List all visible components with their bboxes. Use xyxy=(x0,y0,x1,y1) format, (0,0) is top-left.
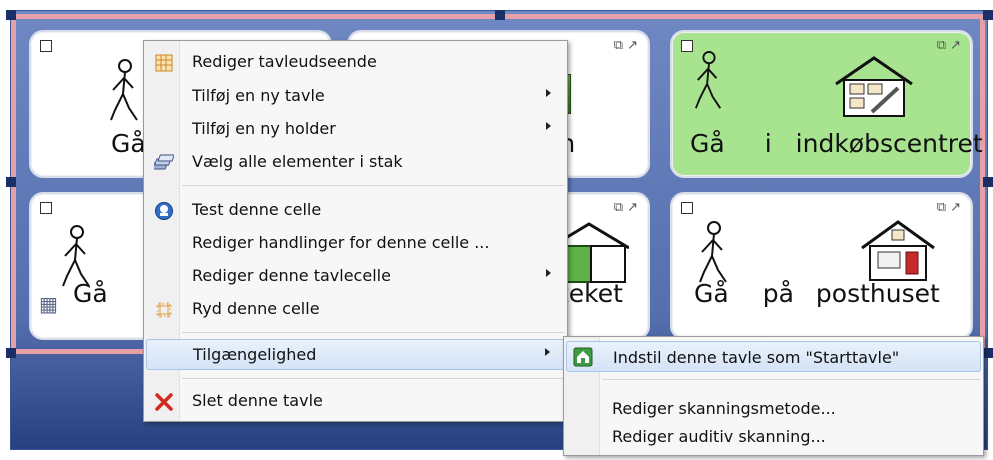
resize-handle-top-left[interactable] xyxy=(6,10,16,20)
submenu-item-rediger-auditiv-skanning[interactable]: Rediger auditiv skanning... xyxy=(566,421,981,452)
cell-checkbox[interactable] xyxy=(681,40,693,52)
menu-item-rediger-tavlecelle[interactable]: Rediger denne tavlecelle xyxy=(146,261,565,292)
resize-handle-bottom-right[interactable] xyxy=(983,348,993,358)
grid-layout-icon xyxy=(155,54,173,72)
walking-person-icon xyxy=(699,221,727,283)
test-icon xyxy=(155,202,173,220)
menu-item-slet-denne-tavle[interactable]: Slet denne tavle xyxy=(146,386,565,417)
menu-separator xyxy=(182,332,565,333)
submenu-arrow-icon xyxy=(545,348,550,356)
cell-link-icons: ⧉ ↗ xyxy=(613,38,638,53)
submenu-arrow-icon xyxy=(546,89,551,97)
cell-link-icons: ⧉ ↗ xyxy=(936,38,961,53)
menu-item-rediger-tavleudseende[interactable]: Rediger tavleudseende xyxy=(146,47,565,78)
menu-item-vaelg-alle-elementer[interactable]: Vælg alle elementer i stak xyxy=(146,147,565,178)
resize-handle-top-center[interactable] xyxy=(495,10,505,20)
clear-cell-icon xyxy=(156,302,172,318)
resize-handle-top-right[interactable] xyxy=(983,10,993,20)
menu-item-rediger-handlinger[interactable]: Rediger handlinger for denne celle ... xyxy=(146,228,565,259)
resize-handle-mid-right[interactable] xyxy=(983,177,993,187)
walking-person-icon xyxy=(110,59,138,121)
submenu-arrow-icon xyxy=(546,269,551,277)
cell-label: Gå xyxy=(111,129,146,158)
shopping-centre-icon xyxy=(835,56,913,117)
cell-label-words: Gå i indkøbscentret xyxy=(690,129,983,158)
walking-person-icon xyxy=(695,51,722,109)
menu-separator xyxy=(182,185,565,186)
submenu-item-set-start-board[interactable]: Indstil denne tavle som "Starttavle" xyxy=(566,341,981,372)
cell-checkbox[interactable] xyxy=(681,202,693,214)
cell-checkbox[interactable] xyxy=(40,202,52,214)
menu-item-tilfoj-ny-holder[interactable]: Tilføj en ny holder xyxy=(146,114,565,145)
board-cell-indkobscentret[interactable]: ⧉ ↗ Gå i indkøbscentret xyxy=(670,30,983,178)
cell-checkbox[interactable] xyxy=(40,40,52,52)
resize-handle-bottom-left[interactable] xyxy=(6,348,16,358)
delete-x-icon xyxy=(155,393,173,411)
menu-item-tilgaengelighed[interactable]: Tilgængelighed xyxy=(146,339,565,370)
submenu-arrow-icon xyxy=(546,122,551,130)
post-office-icon xyxy=(861,220,935,281)
context-menu: Rediger tavleudseende Tilføj en ny tavle… xyxy=(143,40,568,422)
cell-link-icons: ⧉ ↗ xyxy=(936,200,961,215)
cell-label: Gå xyxy=(73,279,108,308)
cell-label: teket xyxy=(559,279,623,308)
cell-link-icons: ⧉ ↗ xyxy=(613,200,638,215)
menu-item-test-denne-celle[interactable]: Test denne celle xyxy=(146,195,565,226)
accessibility-submenu: Indstil denne tavle som "Starttavle" Red… xyxy=(563,336,984,456)
resize-handle-mid-left[interactable] xyxy=(6,177,16,187)
stack-icon xyxy=(154,154,174,170)
board-cell-posthuset[interactable]: ⧉ ↗ Gå på posthuset xyxy=(670,192,973,340)
menu-separator xyxy=(182,378,565,379)
home-icon xyxy=(573,347,593,367)
menu-separator xyxy=(602,379,980,380)
menu-item-tilfoj-ny-tavle[interactable]: Tilføj en ny tavle xyxy=(146,81,565,112)
stack-icon: ▦ xyxy=(39,292,58,316)
menu-item-ryd-denne-celle[interactable]: Ryd denne celle xyxy=(146,294,565,325)
cell-label-words: Gå på posthuset xyxy=(694,279,940,308)
submenu-item-rediger-skanningsmetode[interactable]: Rediger skanningsmetode... xyxy=(566,393,981,424)
